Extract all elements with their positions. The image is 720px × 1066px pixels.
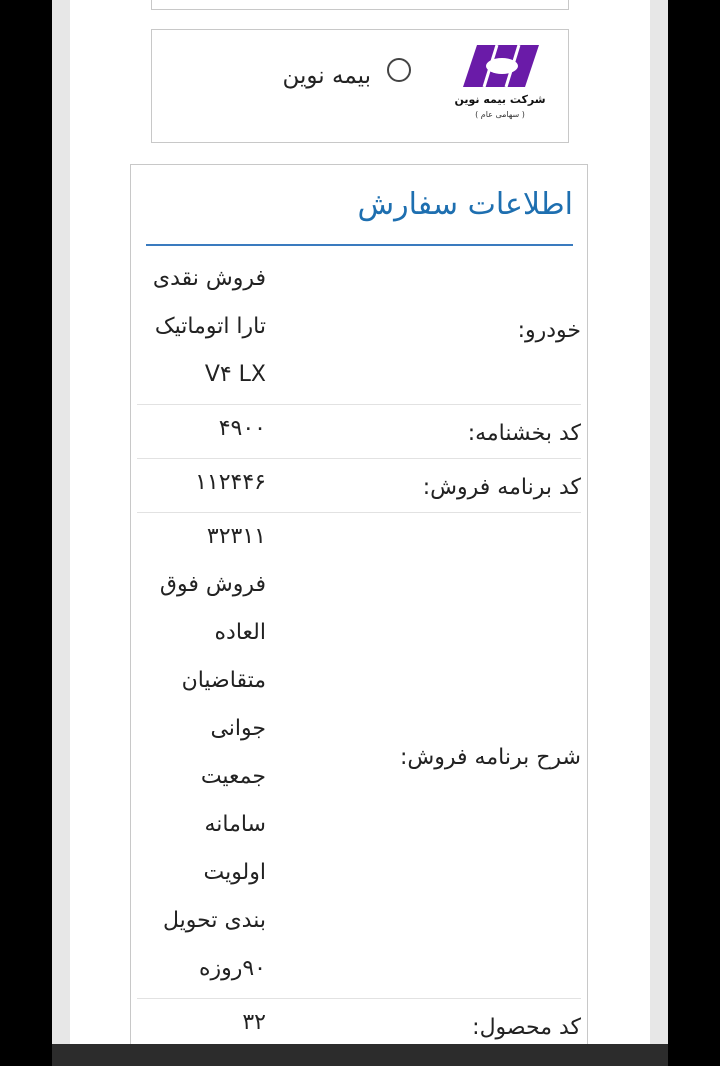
row-sales-program-code-label: کد برنامه فروش: — [422, 475, 581, 500]
row-car-label: خودرو: — [517, 318, 581, 343]
value-line: متقاضیان — [181, 668, 266, 693]
value-line: ۳۲ — [242, 1010, 266, 1035]
value-line: فروش فوق — [159, 572, 266, 597]
value-line: العاده — [214, 620, 266, 645]
row-circular-code: کد بخشنامه: ۴۹۰۰ — [137, 404, 581, 459]
value-line: اولویت — [203, 860, 266, 885]
value-line: فروش نقدی — [152, 266, 266, 291]
value-line: بندی تحویل — [163, 908, 266, 933]
row-sales-program-desc-label: شرح برنامه فروش: — [400, 745, 581, 770]
row-circular-code-value: ۴۹۰۰ — [219, 405, 266, 453]
value-line: ۳۲۳۱۱ — [206, 524, 266, 549]
value-line: تارا اتوماتیک — [154, 314, 266, 339]
radio-button-icon[interactable] — [387, 58, 411, 82]
row-sales-program-code-value: ۱۱۲۴۴۶ — [195, 459, 266, 507]
title-divider — [146, 244, 573, 246]
value-line: سامانه — [204, 812, 266, 837]
order-info-card: اطلاعات سفارش خودرو: فروش نقدی تارا اتوم… — [130, 164, 588, 1044]
insurance-option-label[interactable]: بیمه نوین — [283, 63, 371, 89]
value-line: جمعیت — [200, 764, 266, 789]
order-info-title: اطلاعات سفارش — [357, 187, 574, 222]
value-line: V۴ LX — [204, 362, 266, 387]
row-product-code: کد محصول: ۳۲ — [137, 998, 581, 1044]
insurance-option-novin[interactable]: شرکت بیمه نوین ( سهامی عام ) بیمه نوین — [151, 29, 569, 143]
novin-logo-mark — [463, 44, 539, 88]
row-sales-program-desc-value: ۳۲۳۱۱ فروش فوق العاده متقاضیان جوانی جمع… — [160, 513, 266, 993]
bottom-navigation-bar — [52, 1044, 668, 1066]
value-line: ۴۹۰۰ — [218, 416, 266, 441]
row-circular-code-label: کد بخشنامه: — [467, 421, 581, 446]
page-frame: شرکت بیمه نوین ( سهامی عام ) بیمه نوین ا… — [52, 0, 668, 1044]
row-car: خودرو: فروش نقدی تارا اتوماتیک V۴ LX — [137, 255, 581, 404]
value-line: ۹۰روزه — [198, 956, 266, 981]
row-product-code-value: ۳۲ — [242, 999, 266, 1044]
row-sales-program-code: کد برنامه فروش: ۱۱۲۴۴۶ — [137, 458, 581, 513]
row-car-value: فروش نقدی تارا اتوماتیک V۴ LX — [153, 255, 266, 399]
row-sales-program-desc: شرح برنامه فروش: ۳۲۳۱۱ فروش فوق العاده م… — [137, 512, 581, 999]
previous-option-box — [151, 0, 569, 10]
logo-company-type: ( سهامی عام ) — [475, 110, 525, 119]
novin-insurance-logo-icon: شرکت بیمه نوین ( سهامی عام ) — [439, 43, 561, 125]
row-product-code-label: کد محصول: — [472, 1015, 581, 1040]
logo-company-name: شرکت بیمه نوین — [454, 93, 546, 106]
value-line: جوانی — [210, 716, 266, 741]
value-line: ۱۱۲۴۴۶ — [195, 470, 266, 495]
page-content: شرکت بیمه نوین ( سهامی عام ) بیمه نوین ا… — [70, 0, 650, 1044]
